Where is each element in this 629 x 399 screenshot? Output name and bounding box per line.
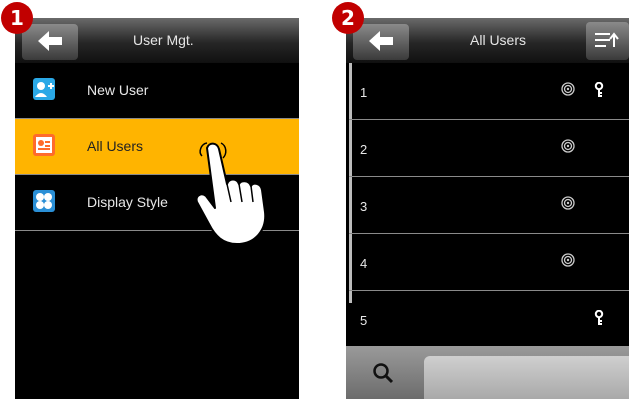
- menu-item-label: New User: [87, 82, 149, 98]
- back-button[interactable]: [353, 24, 409, 60]
- all-users-screen: All Users 1 2 3 4 5: [346, 18, 629, 399]
- back-arrow-icon: [369, 31, 393, 51]
- new-user-icon: [33, 78, 55, 100]
- search-icon: [373, 363, 394, 384]
- password-key-icon: [594, 82, 604, 97]
- password-key-icon: [594, 310, 604, 325]
- user-number: 2: [360, 142, 368, 157]
- tap-hand-icon: [195, 142, 267, 245]
- title-bar: User Mgt.: [15, 18, 299, 63]
- fingerprint-icon: [561, 196, 575, 210]
- fingerprint-icon: [561, 82, 575, 96]
- sort-menu-icon: [595, 32, 619, 47]
- display-style-icon: [33, 190, 55, 212]
- menu-item-new-user[interactable]: New User: [15, 63, 299, 119]
- page-title: All Users: [470, 32, 527, 48]
- menu-item-label: Display Style: [87, 194, 168, 210]
- bottom-bar: [346, 346, 629, 399]
- back-arrow-icon: [38, 31, 62, 51]
- user-row[interactable]: 4: [349, 234, 629, 291]
- sort-menu-button[interactable]: [586, 22, 629, 60]
- user-number: 3: [360, 199, 368, 214]
- user-row[interactable]: 5: [349, 291, 629, 348]
- title-bar: All Users: [346, 18, 629, 63]
- fingerprint-icon: [561, 139, 575, 153]
- user-row[interactable]: 3: [349, 177, 629, 234]
- page-title: User Mgt.: [133, 32, 194, 48]
- step-badge-2: 2: [332, 2, 364, 34]
- user-mgt-screen: User Mgt. New User All Users Display Sty…: [15, 18, 299, 399]
- menu-item-label: All Users: [87, 138, 144, 154]
- fingerprint-icon: [561, 253, 575, 267]
- user-row[interactable]: 1: [349, 63, 629, 120]
- back-button[interactable]: [22, 24, 78, 60]
- user-number: 5: [360, 313, 368, 328]
- all-users-icon: [33, 134, 55, 156]
- user-number: 4: [360, 256, 368, 271]
- step-badge-1: 1: [1, 2, 33, 34]
- search-input[interactable]: [424, 356, 629, 399]
- user-row[interactable]: 2: [349, 120, 629, 177]
- search-button[interactable]: [346, 346, 418, 399]
- user-number: 1: [360, 85, 368, 100]
